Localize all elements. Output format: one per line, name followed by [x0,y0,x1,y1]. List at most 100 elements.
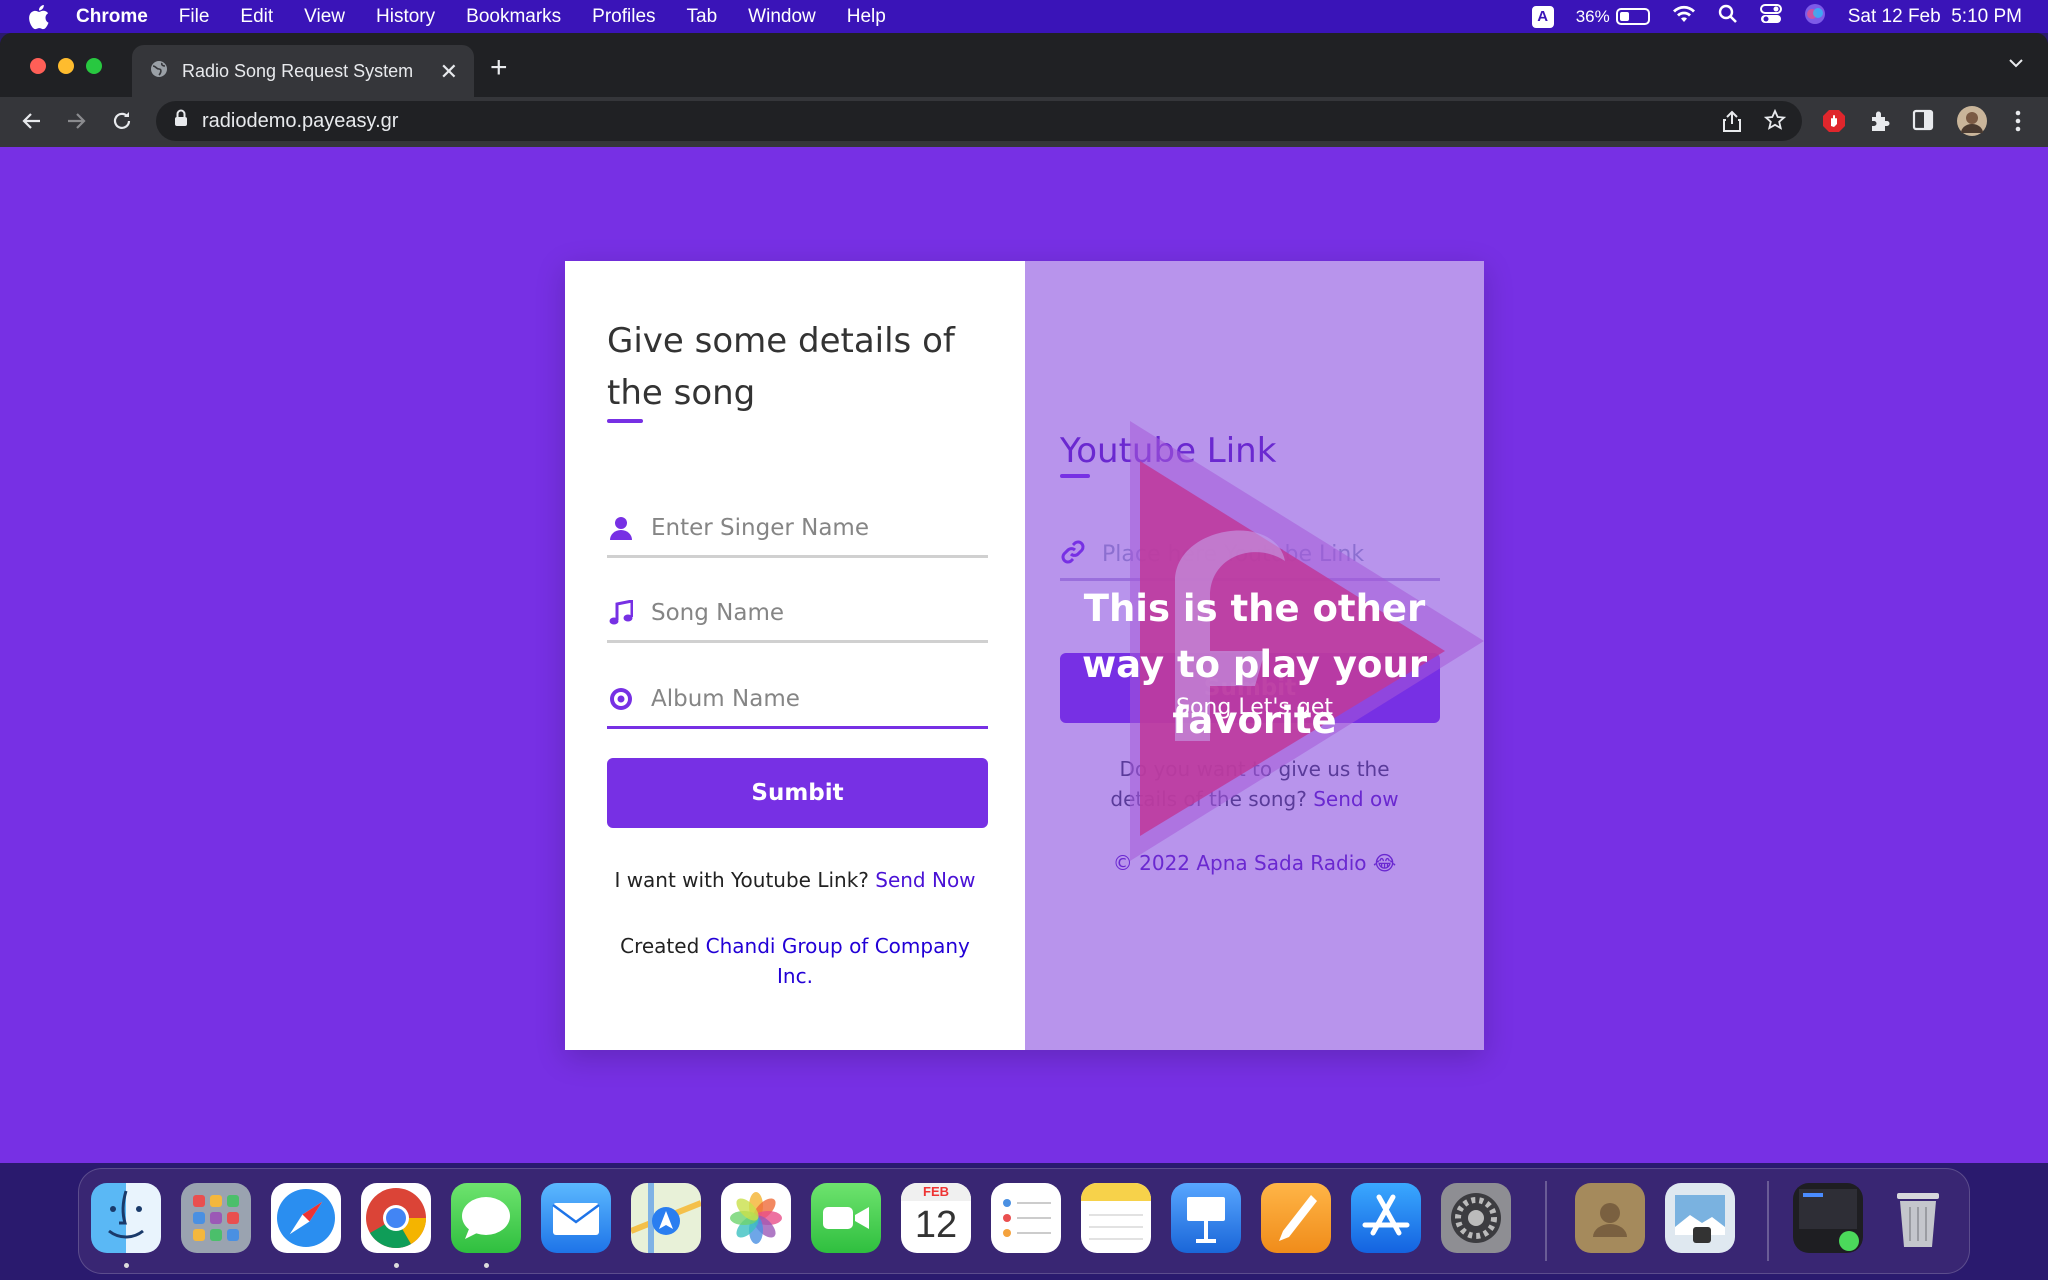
dock-preview-icon[interactable] [1665,1183,1735,1253]
dock-finder-icon[interactable] [91,1183,161,1253]
clock[interactable]: Sat 12 Feb 5:10 PM [1848,6,2022,28]
browser-tab-active[interactable]: Radio Song Request System ✕ [132,45,474,97]
dock-screenshot-thumbnail[interactable] [1793,1183,1863,1253]
disc-icon [607,687,635,711]
web-page: Give some details of the song Enter Sing… [0,147,2048,1163]
extensions-puzzle-icon[interactable] [1868,109,1892,138]
back-arrow-icon[interactable] [20,109,44,138]
dock-launchpad-icon[interactable] [181,1183,251,1253]
dock-safari-icon[interactable] [271,1183,341,1253]
menu-bookmarks[interactable]: Bookmarks [466,6,561,28]
menu-edit[interactable]: Edit [240,6,273,28]
music-note-icon [607,599,635,626]
song-name-field[interactable] [607,585,988,643]
wifi-icon[interactable] [1672,5,1696,29]
share-icon[interactable] [1722,110,1742,138]
menu-app-name[interactable]: Chrome [76,6,148,28]
notes-header-strip [1081,1183,1151,1201]
credits-line: Created Chandi Group of Company Inc. [565,931,1025,991]
macos-menu-bar: Chrome File Edit View History Bookmarks … [0,0,2048,33]
album-name-field[interactable] [607,671,988,729]
overlay-subline: Song Let's get [1176,695,1333,720]
dock-notes-icon[interactable] [1081,1183,1151,1253]
forward-arrow-icon[interactable] [64,109,88,138]
finder-running-dot [124,1263,129,1268]
menu-help[interactable]: Help [847,6,886,28]
dock-system-preferences-icon[interactable] [1441,1183,1511,1253]
dock-keynote-icon[interactable] [1171,1183,1241,1253]
youtube-prompt-text: I want with Youtube Link? [614,868,869,892]
song-name-input[interactable] [651,599,971,626]
reload-icon[interactable] [110,109,134,138]
youtube-link-prompt: I want with Youtube Link? Send Now [565,865,1025,895]
menu-profiles[interactable]: Profiles [592,6,655,28]
calendar-month: FEB [901,1183,971,1201]
dock-chrome-icon[interactable] [361,1183,431,1253]
browser-toolbar: radiodemo.payeasy.gr [0,97,2048,147]
globe-icon [150,60,168,83]
browser-window: Radio Song Request System ✕ + radiodemo.… [0,33,2048,1163]
singer-name-input[interactable] [651,514,971,541]
control-center-icon[interactable] [1759,3,1782,30]
menu-tab[interactable]: Tab [687,6,718,28]
song-details-panel: Give some details of the song Enter Sing… [565,261,1025,1050]
address-bar[interactable]: radiodemo.payeasy.gr [156,101,1802,141]
side-panel-icon[interactable] [1912,109,1934,136]
dock-app-store-icon[interactable] [1351,1183,1421,1253]
battery-fill [1619,12,1629,21]
dock-separator-2 [1767,1181,1769,1261]
messages-running-dot [484,1263,489,1268]
dock-pages-icon[interactable] [1261,1183,1331,1253]
submit-button[interactable]: Sumbit [607,758,988,828]
chrome-menu-icon[interactable] [2008,109,2028,138]
battery-status[interactable]: 36% [1576,7,1650,27]
company-link[interactable]: Chandi Group of Company Inc. [706,934,970,988]
new-tab-button[interactable]: + [490,51,508,85]
tab-search-chevron-icon[interactable] [2008,55,2024,73]
menu-history[interactable]: History [376,6,435,28]
dock-mail-icon[interactable] [541,1183,611,1253]
battery-icon [1615,8,1650,25]
singer-name-field[interactable] [607,500,988,558]
menu-file[interactable]: File [179,6,210,28]
dock-messages-icon[interactable] [451,1183,521,1253]
dock-photos-icon[interactable] [721,1183,791,1253]
dock-facetime-icon[interactable] [811,1183,881,1253]
apple-menu-icon[interactable] [28,4,54,30]
profile-avatar[interactable] [1956,105,1988,142]
battery-percent: 36% [1575,6,1610,26]
dock-trash-icon[interactable] [1883,1183,1953,1253]
input-source-indicator[interactable]: A [1531,5,1554,28]
form-heading: Give some details of the song [607,321,955,413]
macos-dock: FEB 12 [78,1168,1970,1274]
dock-maps-icon[interactable] [629,1183,703,1253]
dock-calendar-icon[interactable]: FEB 12 [901,1183,971,1253]
dock-contacts-icon[interactable] [1575,1183,1645,1253]
tab-title: Radio Song Request System [182,60,414,81]
dock-reminders-icon[interactable] [991,1183,1061,1253]
close-tab-icon[interactable]: ✕ [440,59,458,85]
zoom-window-button[interactable] [86,58,102,74]
menu-window[interactable]: Window [748,6,816,28]
tab-strip: Radio Song Request System ✕ + [0,33,2048,97]
adblock-extension-icon[interactable] [1822,109,1846,138]
bookmark-star-icon[interactable] [1763,108,1787,137]
send-now-link[interactable]: Send Now [875,868,975,892]
lock-icon[interactable] [174,109,188,133]
spotlight-search-icon[interactable] [1718,4,1738,30]
youtube-link-panel: Youtube Link Sumbit Do you want to give … [1025,261,1484,1050]
heading-underline [607,419,643,423]
song-request-card: Give some details of the song Enter Sing… [565,261,1484,1050]
album-name-input[interactable] [651,685,971,712]
overlay-headline: This is the other way to play your favor… [1081,587,1428,742]
siri-icon[interactable] [1804,3,1826,31]
chrome-running-dot [394,1263,399,1268]
close-window-button[interactable] [30,58,46,74]
dock-separator [1545,1181,1547,1261]
calendar-day: 12 [914,1204,958,1246]
url-text: radiodemo.payeasy.gr [202,109,399,132]
status-area: A 36% Sat 12 Feb 5:10 PM [1510,0,2048,33]
menu-view[interactable]: View [304,6,345,28]
minimize-window-button[interactable] [58,58,74,74]
credits-prefix: Created [620,934,700,958]
